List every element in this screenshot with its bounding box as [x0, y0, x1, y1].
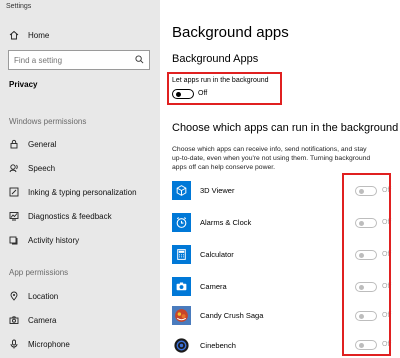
toggle-knob [175, 91, 181, 97]
candy-crush-icon [172, 306, 191, 325]
app-name: Calculator [200, 250, 234, 259]
sidebar-item-label: General [28, 139, 57, 149]
activity-history-icon [9, 235, 19, 245]
app-name: 3D Viewer [200, 186, 235, 195]
cinebench-icon [172, 336, 191, 355]
sidebar-item-diagnostics[interactable]: Diagnostics & feedback [0, 205, 160, 227]
sidebar-item-speech[interactable]: Speech [0, 157, 160, 179]
location-icon [9, 291, 19, 301]
master-toggle-switch[interactable] [172, 89, 194, 99]
sidebar-item-label: Activity history [28, 235, 80, 245]
3d-viewer-icon [172, 181, 191, 200]
choose-apps-description: Choose which apps can receive info, send… [172, 146, 371, 171]
alarm-clock-icon [172, 213, 191, 232]
sidebar-item-location[interactable]: Location [0, 285, 160, 307]
inking-icon [9, 187, 19, 197]
sidebar-item-camera[interactable]: Camera [0, 309, 160, 331]
home-icon [9, 30, 19, 40]
sidebar-item-label: Microphone [28, 339, 70, 349]
sidebar-item-label: Camera [28, 315, 57, 325]
app-name: Camera [200, 282, 227, 291]
page-title: Background apps [172, 24, 289, 41]
search-box[interactable] [8, 50, 150, 70]
master-toggle-label: Let apps run in the background [172, 77, 269, 84]
camera-icon [9, 315, 19, 325]
home-nav-item[interactable]: Home [0, 24, 160, 46]
sidebar-item-inking[interactable]: Inking & typing personalization [0, 181, 160, 203]
search-input[interactable] [14, 55, 124, 65]
app-name: Alarms & Clock [200, 218, 252, 227]
home-label: Home [28, 30, 50, 40]
sidebar-item-general[interactable]: General [0, 133, 160, 155]
diagnostics-icon [9, 211, 19, 221]
sidebar-item-microphone[interactable]: Microphone [0, 333, 160, 355]
sidebar-item-label: Diagnostics & feedback [28, 211, 112, 221]
windows-permissions-header: Windows permissions [9, 117, 87, 126]
lock-icon [9, 139, 19, 149]
app-toggles-highlight [342, 173, 391, 356]
speech-icon [9, 163, 19, 173]
app-name: Cinebench [200, 341, 236, 350]
microphone-icon [9, 339, 19, 349]
search-icon[interactable] [135, 51, 144, 69]
category-title: Privacy [9, 80, 38, 89]
app-name: Candy Crush Saga [200, 311, 264, 320]
main-content: Background apps Background Apps Let apps… [160, 0, 400, 358]
camera-app-icon [172, 277, 191, 296]
sidebar: Settings Home Privacy Windows permission… [0, 0, 160, 358]
sidebar-item-label: Speech [28, 163, 56, 173]
sidebar-item-label: Inking & typing personalization [28, 187, 137, 197]
sidebar-item-activity-history[interactable]: Activity history [0, 229, 160, 251]
section-title: Background Apps [172, 53, 259, 65]
sidebar-item-label: Location [28, 291, 59, 301]
choose-apps-title: Choose which apps can run in the backgro… [172, 122, 399, 134]
app-permissions-header: App permissions [9, 268, 69, 277]
calculator-icon [172, 245, 191, 264]
master-toggle-state: Off [198, 90, 208, 97]
window-title: Settings [6, 3, 32, 10]
